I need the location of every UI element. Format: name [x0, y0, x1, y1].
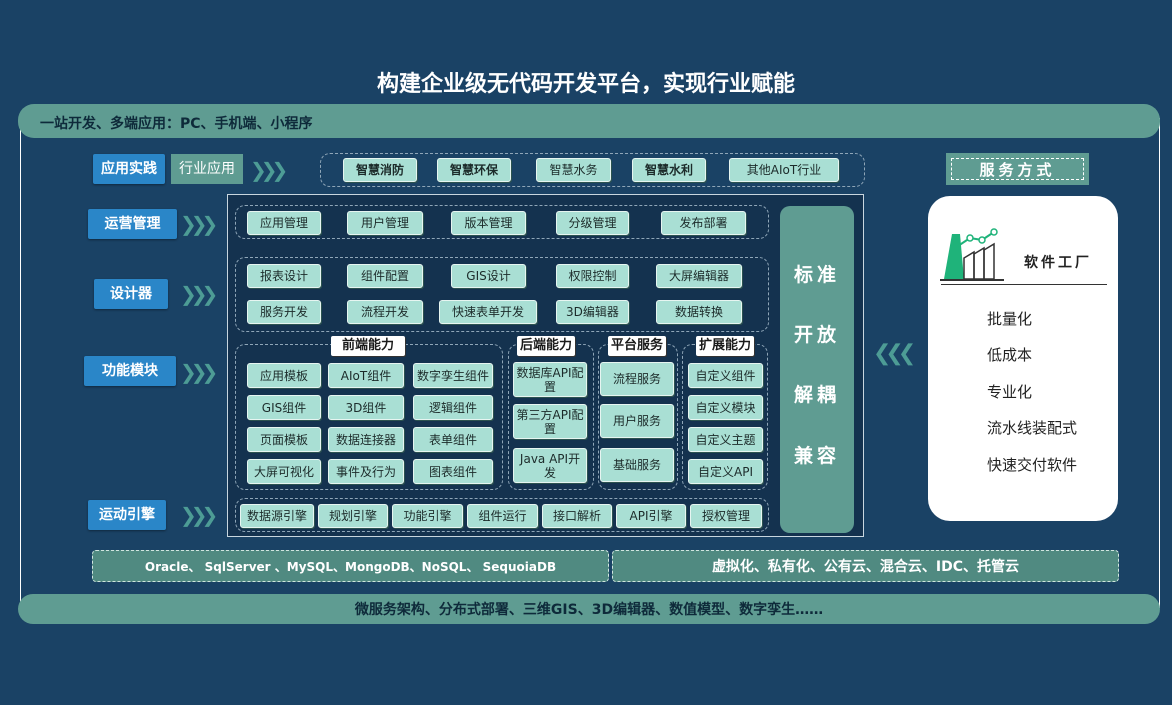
frontend-item: 数据连接器: [328, 427, 404, 452]
service-label: 服务方式: [951, 158, 1084, 180]
designer-item: 3D编辑器: [556, 300, 629, 324]
label-ops: 运营管理: [88, 209, 177, 239]
label-industry: 行业应用: [171, 154, 243, 184]
side-item: 解耦: [793, 384, 840, 406]
industry-item: 智慧水利: [632, 158, 706, 182]
ops-item: 版本管理: [451, 211, 526, 235]
designer-item: GIS设计: [451, 264, 526, 288]
service-item: 批量化: [987, 310, 1033, 328]
designer-item: 流程开发: [347, 300, 423, 324]
designer-item: 报表设计: [247, 264, 321, 288]
backend-label: 后端能力: [517, 336, 575, 356]
chevron-left-icon: ❮❮❮: [873, 341, 916, 366]
service-item: 流水线装配式: [987, 419, 1078, 437]
side-item: 标准: [793, 264, 840, 286]
backend-item: 第三方API配置: [513, 404, 587, 439]
label-modules: 功能模块: [84, 356, 176, 386]
frontend-item: 应用模板: [247, 363, 321, 388]
database-strip: Oracle、 SqlServer 、MySQL、MongoDB、NoSQL、 …: [92, 550, 609, 582]
industry-item: 智慧环保: [437, 158, 511, 182]
ops-item: 发布部署: [661, 211, 746, 235]
label-practice: 应用实践: [93, 154, 165, 184]
engine-item: 接口解析: [542, 504, 612, 528]
frontend-item: AIoT组件: [328, 363, 404, 388]
service-item: 快速交付软件: [987, 456, 1078, 474]
industry-item: 智慧水务: [536, 158, 611, 182]
designer-item: 服务开发: [247, 300, 321, 324]
extension-item: 自定义主题: [688, 427, 763, 452]
designer-item: 快速表单开发: [439, 300, 537, 324]
side-column: [780, 206, 854, 533]
factory-label: 软件工厂: [1024, 255, 1092, 271]
platform-label: 平台服务: [608, 336, 666, 356]
frontend-item: 图表组件: [413, 459, 493, 484]
label-engine: 运动引擎: [88, 500, 166, 530]
divider: [941, 284, 1107, 285]
side-item: 兼容: [793, 445, 840, 467]
extension-item: 自定义组件: [688, 363, 763, 388]
deploy-strip: 虚拟化、私有化、公有云、混合云、IDC、托管云: [612, 550, 1119, 582]
side-item: 开放: [793, 324, 840, 346]
platform-item: 流程服务: [600, 362, 674, 396]
service-item: 低成本: [987, 346, 1033, 364]
chevron-right-icon: ❯❯❯: [250, 158, 288, 182]
frontend-item: GIS组件: [247, 395, 321, 420]
backend-item: Java API开发: [513, 448, 587, 483]
chevron-right-icon: ❯❯❯: [180, 503, 218, 527]
frontend-item: 事件及行为: [328, 459, 404, 484]
engine-item: 数据源引擎: [240, 504, 314, 528]
factory-icon: [940, 228, 1004, 281]
designer-item: 大屏编辑器: [656, 264, 742, 288]
frontend-item: 大屏可视化: [247, 459, 321, 484]
frontend-item: 逻辑组件: [413, 395, 493, 420]
ops-item: 用户管理: [347, 211, 423, 235]
frontend-item: 数字孪生组件: [413, 363, 493, 388]
chevron-right-icon: ❯❯❯: [180, 282, 218, 306]
designer-item: 数据转换: [656, 300, 742, 324]
platform-item: 基础服务: [600, 448, 674, 482]
frontend-item: 3D组件: [328, 395, 404, 420]
service-item: 专业化: [987, 383, 1033, 401]
industry-item: 智慧消防: [343, 158, 417, 182]
industry-item: 其他AIoT行业: [729, 158, 839, 182]
extension-label: 扩展能力: [696, 336, 754, 356]
ops-item: 应用管理: [247, 211, 321, 235]
extension-item: 自定义API: [688, 459, 763, 484]
extension-item: 自定义模块: [688, 395, 763, 420]
platform-item: 用户服务: [600, 404, 674, 438]
engine-item: 功能引擎: [392, 504, 463, 528]
ops-item: 分级管理: [556, 211, 629, 235]
chevron-right-icon: ❯❯❯: [180, 360, 218, 384]
engine-item: 规划引擎: [318, 504, 388, 528]
designer-item: 组件配置: [347, 264, 423, 288]
engine-item: 授权管理: [690, 504, 762, 528]
designer-item: 权限控制: [556, 264, 629, 288]
top-band: 一站开发、多端应用：PC、手机端、小程序: [18, 104, 1160, 138]
engine-item: API引擎: [616, 504, 686, 528]
bottom-band: 微服务架构、分布式部署、三维GIS、3D编辑器、数值模型、数字孪生……: [18, 594, 1160, 624]
chevron-right-icon: ❯❯❯: [180, 212, 218, 236]
page-title: 构建企业级无代码开发平台，实现行业赋能: [376, 72, 795, 97]
backend-item: 数据库API配置: [513, 362, 587, 397]
engine-item: 组件运行: [467, 504, 538, 528]
frontend-item: 页面模板: [247, 427, 321, 452]
frontend-label: 前端能力: [331, 336, 405, 356]
label-designer: 设计器: [94, 279, 168, 309]
frontend-item: 表单组件: [413, 427, 493, 452]
